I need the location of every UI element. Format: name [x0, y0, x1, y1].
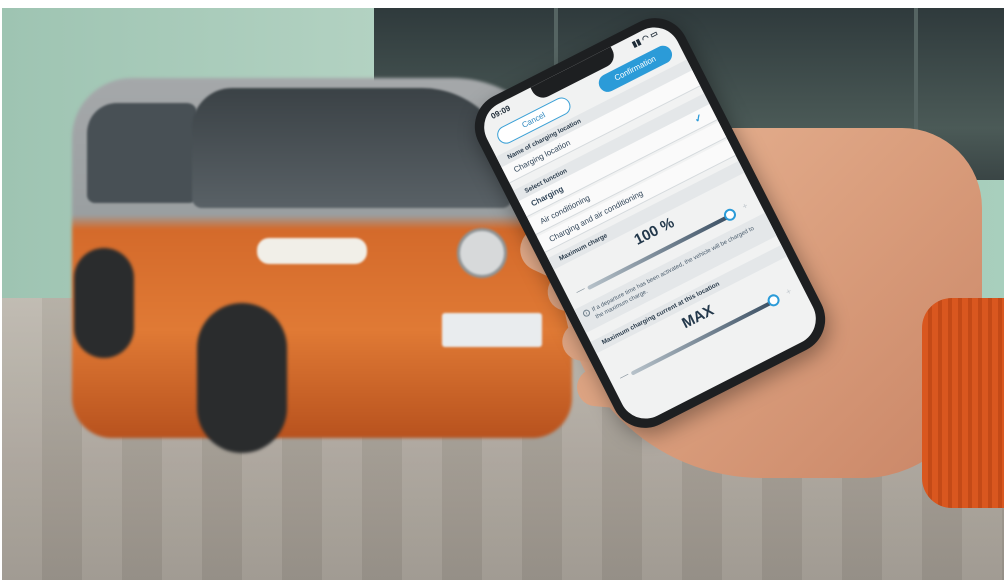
status-icons: ▮▮ ◠ ▭	[630, 28, 660, 50]
plus-icon: +	[740, 200, 750, 212]
plus-icon: +	[783, 285, 794, 298]
status-time: 09:09	[489, 103, 512, 121]
van-wheel-rear	[74, 248, 134, 358]
van-side-window	[87, 103, 197, 203]
minus-icon: —	[574, 283, 587, 297]
van-logo	[457, 228, 507, 278]
van-headlight	[257, 238, 367, 264]
license-plate	[442, 313, 542, 347]
slider-knob[interactable]	[765, 292, 782, 309]
checkmark-icon: ✓	[692, 112, 706, 126]
van-windshield	[192, 88, 512, 208]
van-wheel	[197, 303, 287, 453]
slider-knob[interactable]	[721, 206, 739, 223]
photo-scene: 09:09 ▮▮ ◠ ▭ Cancel Confirmation Name of…	[2, 8, 1004, 580]
orange-sleeve	[922, 298, 1004, 508]
minus-icon: —	[617, 368, 631, 382]
max-current-value: MAX	[679, 301, 717, 333]
info-icon: i	[581, 308, 592, 318]
